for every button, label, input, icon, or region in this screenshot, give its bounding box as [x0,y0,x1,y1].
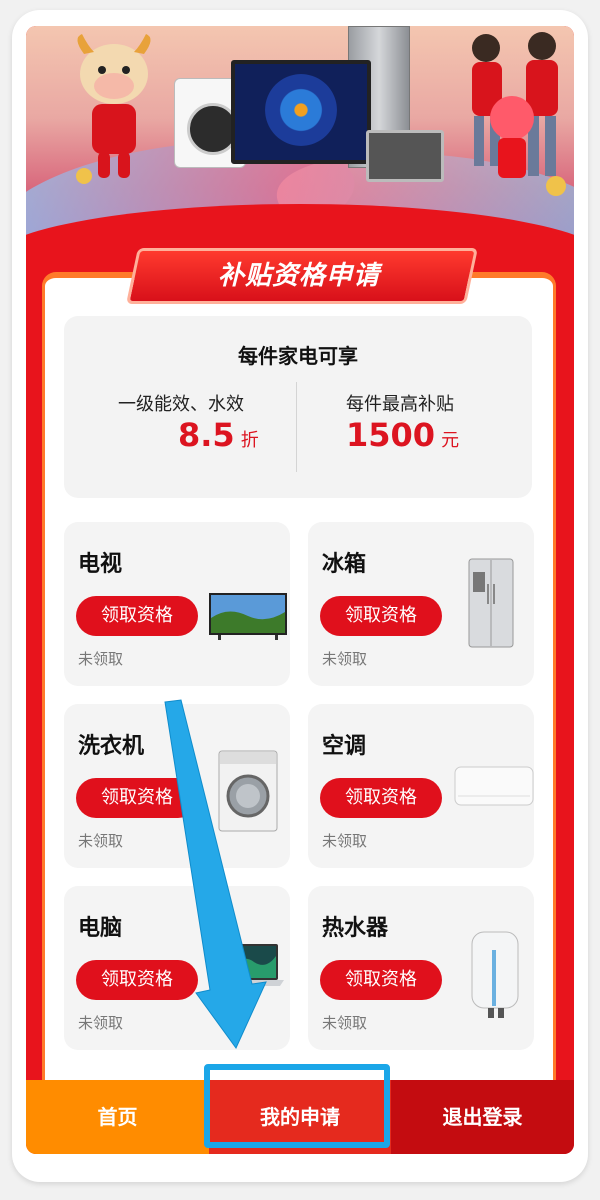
nav-home[interactable]: 首页 [26,1080,209,1154]
category-name: 冰箱 [322,552,367,577]
category-name: 洗衣机 [78,734,145,759]
claim-button-water-heater[interactable]: 领取资格 [320,960,442,1000]
max-subsidy-unit: 元 [441,430,460,451]
category-tile-fridge: 冰箱 领取资格 未领取 [308,522,534,686]
claim-button-aircon[interactable]: 领取资格 [320,778,442,818]
discount-unit: 折 [240,430,259,451]
laptop-illustration [366,130,444,182]
efficiency-label: 一级能效、水效 [118,394,244,415]
family-lion-dance-icon [472,32,566,196]
summary-heading: 每件家电可享 [238,344,358,368]
claim-status: 未领取 [322,1014,368,1032]
tv-icon [209,593,287,640]
summary-divider [296,382,297,472]
category-tile-aircon: 空调 领取资格 未领取 [308,704,534,868]
max-subsidy-value: 1500 元 [346,416,459,454]
claim-status: 未领取 [78,832,124,850]
category-tile-tv: 电视 领取资格 未领取 [64,522,290,686]
claim-button-computer[interactable]: 领取资格 [76,960,198,1000]
claim-button-fridge[interactable]: 领取资格 [320,596,442,636]
category-name: 电视 [78,552,123,577]
tv-illustration [231,60,371,164]
claim-button-washer[interactable]: 领取资格 [76,778,198,818]
claim-button-tv[interactable]: 领取资格 [76,596,198,636]
fridge-icon [468,558,514,648]
nav-logout[interactable]: 退出登录 [391,1080,574,1154]
washing-machine-icon [218,750,278,832]
claim-status: 未领取 [322,832,368,850]
max-subsidy-label: 每件最高补贴 [346,394,454,415]
claim-status: 未领取 [78,1014,124,1032]
page-title: 补贴资格申请 [217,261,380,291]
category-tile-computer: 电脑 领取资格 未领取 [64,886,290,1050]
discount-number: 8.5 [178,416,235,454]
category-tile-washer: 洗衣机 领取资格 未领取 [64,704,290,868]
category-tile-water-heater: 热水器 领取资格 未领取 [308,886,534,1050]
max-subsidy-number: 1500 [346,416,436,454]
claim-status: 未领取 [78,650,124,668]
highlight-box [204,1064,390,1148]
ox-mascot-icon [76,34,151,184]
discount-value: 8.5 折 [178,416,259,454]
claim-status: 未领取 [322,650,368,668]
laptop-icon [218,944,284,986]
category-name: 电脑 [78,916,123,941]
water-heater-icon [471,931,519,1018]
app-screen: 补贴资格申请 每件家电可享 一级能效、水效 8.5 折 每件最高补贴 1500 元 … [26,26,574,1154]
promo-banner [26,26,574,256]
category-name: 热水器 [322,916,389,941]
subsidy-summary: 每件家电可享 一级能效、水效 8.5 折 每件最高补贴 1500 元 [64,316,532,498]
category-name: 空调 [322,734,367,759]
air-conditioner-icon [454,766,534,806]
